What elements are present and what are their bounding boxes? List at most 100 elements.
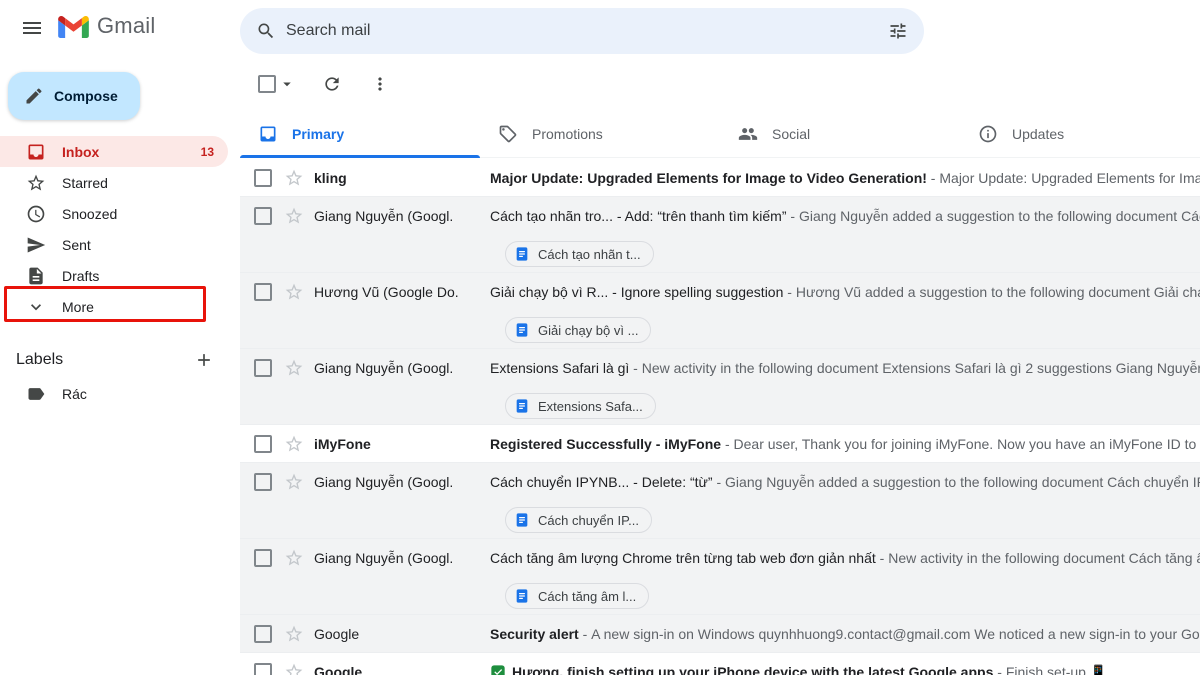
label-name: Rác <box>62 386 214 402</box>
tune-icon <box>888 21 908 41</box>
star-icon[interactable] <box>284 358 304 378</box>
search-input[interactable] <box>286 22 878 40</box>
tab-label: Social <box>772 126 810 142</box>
email-row[interactable]: Giang Nguyễn (Googl.Cách tạo nhãn tro...… <box>240 197 1200 273</box>
plus-icon <box>194 350 214 370</box>
main-content: Primary Promotions Social Updates klingMajo… <box>240 56 1200 675</box>
email-row-main: iMyFoneRegistered Successfully - iMyFone… <box>240 425 1200 463</box>
tab-promotions[interactable]: Promotions <box>480 110 720 157</box>
compose-label: Compose <box>54 88 118 104</box>
sidebar-item-label: Snoozed <box>62 206 214 222</box>
gmail-m-icon <box>58 15 89 38</box>
email-subject: Hương, finish setting up your iPhone dev… <box>512 664 993 675</box>
google-docs-icon <box>514 322 530 338</box>
star-icon[interactable] <box>284 472 304 492</box>
email-textline: Giải chạy bộ vì R... - Ignore spelling s… <box>490 284 1200 300</box>
attachment-row: Cách tạo nhãn t... <box>240 235 1200 273</box>
sidebar-item-more[interactable]: More <box>0 291 228 322</box>
email-row[interactable]: Giang Nguyễn (Googl.Cách tăng âm lượng C… <box>240 539 1200 615</box>
tag-tab-icon <box>498 124 518 144</box>
subject-snippet-separator: - <box>927 170 939 186</box>
star-icon[interactable] <box>284 548 304 568</box>
email-sender: kling <box>314 170 490 186</box>
google-docs-icon <box>514 512 530 528</box>
email-checkbox[interactable] <box>254 473 272 491</box>
attachment-chip[interactable]: Giải chạy bộ vì ... <box>505 317 651 343</box>
attachment-chip-label: Cách tăng âm l... <box>538 589 636 604</box>
search-options-button[interactable] <box>878 11 918 51</box>
email-row-main: klingMajor Update: Upgraded Elements for… <box>240 159 1200 197</box>
gmail-logo: Gmail <box>58 13 155 39</box>
star-icon[interactable] <box>284 206 304 226</box>
star-icon[interactable] <box>284 434 304 454</box>
labels-title: Labels <box>16 351 63 369</box>
email-textline: Extensions Safari là gì - New activity i… <box>490 360 1200 376</box>
email-row[interactable]: Giang Nguyễn (Googl.Extensions Safari là… <box>240 349 1200 425</box>
select-all-checkbox[interactable] <box>258 75 276 93</box>
email-checkbox[interactable] <box>254 359 272 377</box>
attachment-chip[interactable]: Cách tăng âm l... <box>505 583 649 609</box>
email-snippet: New activity in the following document C… <box>888 550 1200 566</box>
star-icon[interactable] <box>284 624 304 644</box>
chevron-down-icon <box>26 297 46 317</box>
refresh-button[interactable] <box>312 64 352 104</box>
sidebar-item-inbox[interactable]: Inbox13 <box>0 136 228 167</box>
search-button[interactable] <box>246 11 286 51</box>
labels-header: Labels <box>0 344 228 376</box>
sidebar-label-r-c[interactable]: Rác <box>0 378 228 409</box>
email-list: klingMajor Update: Upgraded Elements for… <box>240 159 1200 675</box>
inbox-icon <box>26 142 46 162</box>
gmail-app: Gmail Compose Inbox13Starred Snoozed Sent D… <box>0 0 1200 675</box>
sidebar-labels-list: Rác <box>0 378 228 409</box>
sidebar-item-snoozed[interactable]: Snoozed <box>0 198 228 229</box>
attachment-row: Cách chuyển IP... <box>240 501 1200 539</box>
attachment-chip[interactable]: Cách chuyển IP... <box>505 507 652 533</box>
email-row[interactable]: GoogleHương, finish setting up your iPho… <box>240 653 1200 675</box>
tab-label: Promotions <box>532 126 603 142</box>
star-icon[interactable] <box>284 168 304 188</box>
create-label-button[interactable] <box>188 344 220 376</box>
email-row-main: GoogleHương, finish setting up your iPho… <box>240 653 1200 675</box>
sidebar-item-label: Sent <box>62 237 214 253</box>
send-icon <box>26 235 46 255</box>
email-checkbox[interactable] <box>254 283 272 301</box>
email-textline: Hương, finish setting up your iPhone dev… <box>490 664 1200 675</box>
compose-button[interactable]: Compose <box>8 72 140 120</box>
email-row[interactable]: Giang Nguyễn (Googl.Cách chuyển IPYNB...… <box>240 463 1200 539</box>
email-sender: Giang Nguyễn (Googl. <box>314 550 490 566</box>
more-options-button[interactable] <box>360 64 400 104</box>
email-checkbox[interactable] <box>254 663 272 675</box>
email-row[interactable]: iMyFoneRegistered Successfully - iMyFone… <box>240 425 1200 463</box>
email-subject: Cách tăng âm lượng Chrome trên từng tab … <box>490 550 876 566</box>
email-snippet: Dear user, Thank you for joining iMyFone… <box>734 436 1200 452</box>
attachment-chip[interactable]: Extensions Safa... <box>505 393 656 419</box>
email-row[interactable]: GoogleSecurity alert - A new sign-in on … <box>240 615 1200 653</box>
attachment-chip-label: Cách tạo nhãn t... <box>538 247 641 262</box>
email-subject: Registered Successfully - iMyFone <box>490 436 721 452</box>
sidebar-item-sent[interactable]: Sent <box>0 229 228 260</box>
sidebar-item-drafts[interactable]: Drafts <box>0 260 228 291</box>
inbox-tab-icon <box>258 124 278 144</box>
gmail-logo-text: Gmail <box>97 13 155 39</box>
star-icon[interactable] <box>284 662 304 675</box>
email-row[interactable]: klingMajor Update: Upgraded Elements for… <box>240 159 1200 197</box>
email-checkbox[interactable] <box>254 435 272 453</box>
select-dropdown-icon[interactable] <box>278 75 296 93</box>
star-icon[interactable] <box>284 282 304 302</box>
tab-primary[interactable]: Primary <box>240 110 480 157</box>
main-menu-button[interactable] <box>12 8 52 48</box>
email-checkbox[interactable] <box>254 549 272 567</box>
email-textline: Cách tăng âm lượng Chrome trên từng tab … <box>490 550 1200 566</box>
email-checkbox[interactable] <box>254 169 272 187</box>
subject-snippet-separator: - <box>721 436 733 452</box>
tab-social[interactable]: Social <box>720 110 960 157</box>
email-row[interactable]: Hương Vũ (Google Do.Giải chạy bộ vì R...… <box>240 273 1200 349</box>
attachment-chip[interactable]: Cách tạo nhãn t... <box>505 241 654 267</box>
list-toolbar <box>240 64 1200 104</box>
email-checkbox[interactable] <box>254 207 272 225</box>
email-checkbox[interactable] <box>254 625 272 643</box>
tab-updates[interactable]: Updates <box>960 110 1200 157</box>
sidebar-nav: Inbox13Starred Snoozed Sent DraftsMore <box>0 136 228 322</box>
sidebar-item-starred[interactable]: Starred <box>0 167 228 198</box>
email-subject: Extensions Safari là gì <box>490 360 629 376</box>
